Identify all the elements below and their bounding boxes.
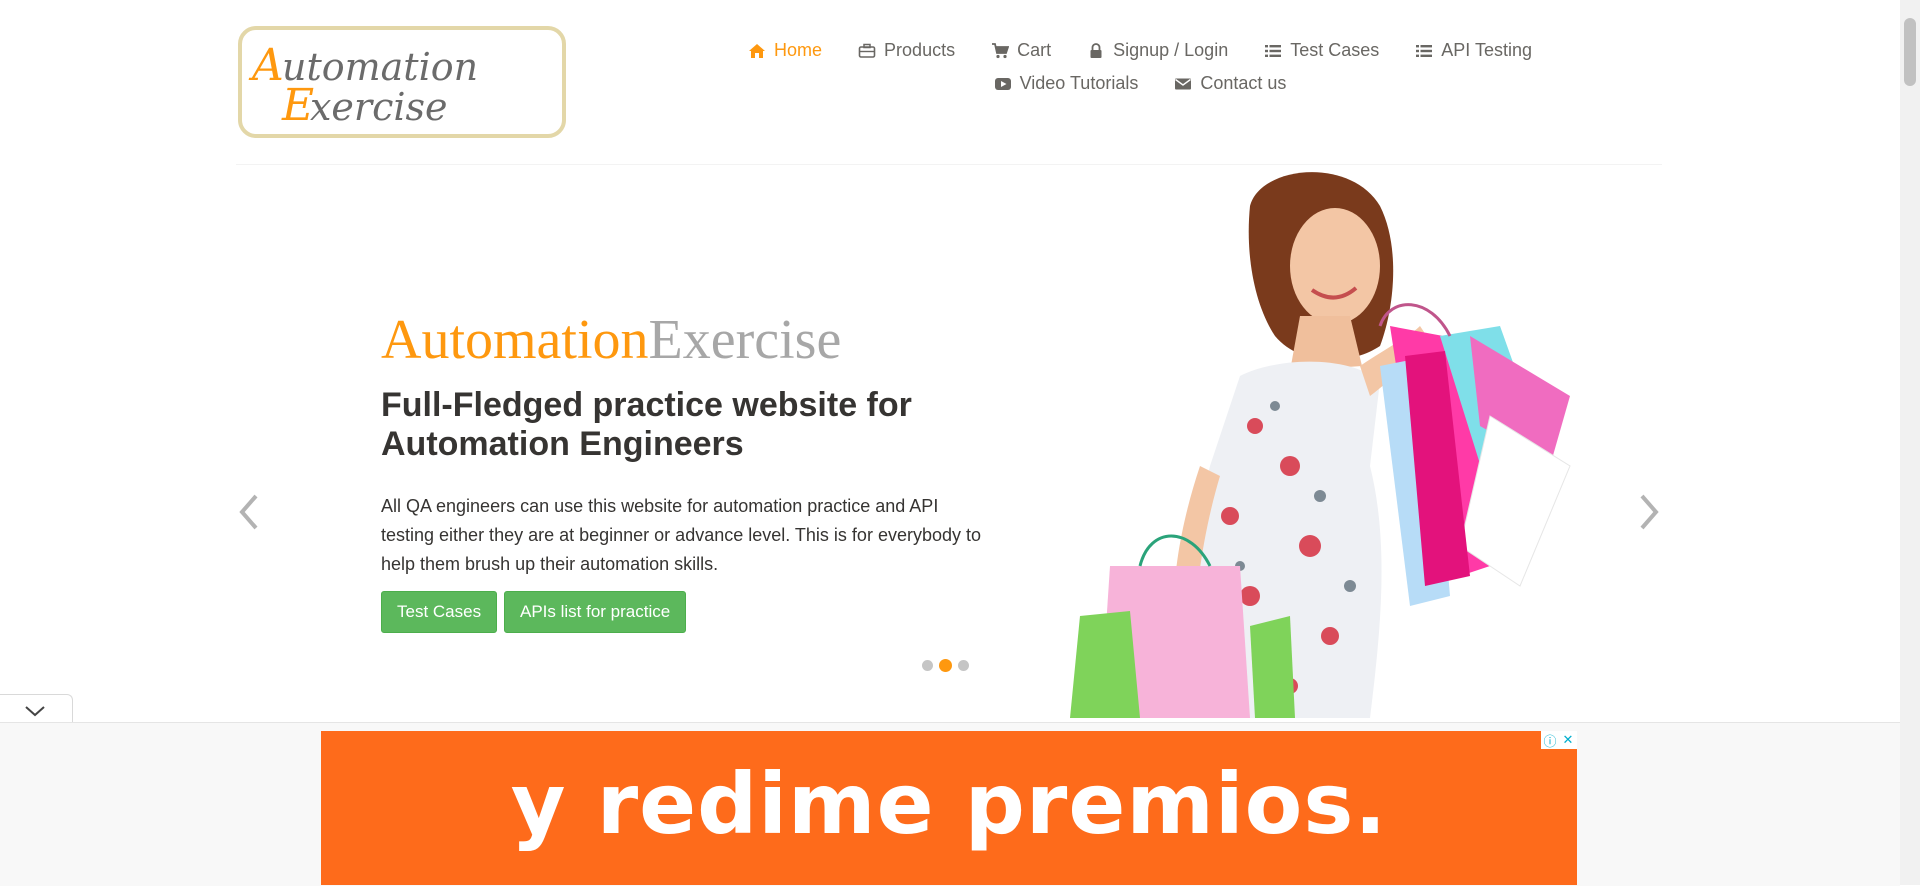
- nav-contact-us[interactable]: Contact us: [1156, 67, 1304, 100]
- hero-carousel: AutomationExercise Full-Fledged practice…: [0, 166, 1900, 718]
- chevron-down-icon: [25, 706, 45, 717]
- apis-list-button[interactable]: APIs list for practice: [504, 591, 687, 633]
- carousel-dot-1[interactable]: [922, 660, 933, 671]
- cart-icon: [992, 42, 1010, 58]
- nav-home-label: Home: [774, 40, 823, 60]
- nav-products[interactable]: Products: [840, 34, 973, 67]
- nav-video-tutorials[interactable]: Video Tutorials: [976, 67, 1157, 100]
- nav-cart-label: Cart: [1017, 40, 1052, 60]
- nav-test-cases[interactable]: Test Cases: [1246, 34, 1397, 67]
- nav-signup-login-label: Signup / Login: [1113, 40, 1229, 60]
- hero-shopping-girl-image: [1070, 172, 1571, 718]
- ad-text: y redime premios.: [510, 755, 1388, 853]
- nav-video-tutorials-label: Video Tutorials: [1019, 73, 1139, 93]
- list-icon: [1416, 44, 1433, 57]
- chevron-left-icon: [239, 494, 258, 530]
- ad-banner[interactable]: y redime premios. ⓘ ✕: [321, 731, 1577, 885]
- ad-controls: ⓘ ✕: [1541, 731, 1577, 749]
- ad-info-icon[interactable]: ⓘ: [1541, 731, 1559, 749]
- nav-api-testing-label: API Testing: [1441, 40, 1532, 60]
- svg-text:xercise: xercise: [310, 85, 448, 129]
- site-header: A utomation E xercise Home Products Cart…: [0, 0, 1900, 166]
- carousel-dot-2[interactable]: [939, 659, 952, 672]
- logo-wordmark: A utomation E xercise: [248, 40, 478, 131]
- nav-home[interactable]: Home: [730, 34, 840, 67]
- envelope-icon: [1175, 78, 1192, 89]
- ad-close-icon[interactable]: ✕: [1559, 731, 1577, 749]
- page-scrollbar[interactable]: [1900, 0, 1920, 885]
- ad-collapse-toggle[interactable]: [0, 694, 73, 725]
- slide-description: All QA engineers can use this website fo…: [381, 496, 982, 574]
- nav-test-cases-label: Test Cases: [1290, 40, 1380, 60]
- site-logo[interactable]: A utomation E xercise: [238, 26, 566, 138]
- nav-contact-us-label: Contact us: [1200, 73, 1287, 93]
- nav-cart[interactable]: Cart: [973, 34, 1069, 67]
- briefcase-icon: [858, 43, 876, 58]
- youtube-play-icon: [994, 77, 1011, 90]
- carousel-indicators: [922, 659, 969, 672]
- main-nav: Home Products Cart Signup / Login Test C…: [740, 34, 1540, 100]
- slide-brand-title: AutomationExercise: [381, 312, 841, 368]
- test-cases-button[interactable]: Test Cases: [381, 591, 498, 633]
- lock-icon: [1090, 42, 1102, 58]
- header-divider: [236, 164, 1662, 165]
- chevron-right-icon: [1640, 494, 1659, 530]
- carousel-dot-3[interactable]: [958, 660, 969, 671]
- list-icon: [1265, 44, 1282, 57]
- brand-title-part2: Exercise: [648, 309, 842, 371]
- scrollbar-thumb[interactable]: [1904, 18, 1916, 86]
- nav-signup-login[interactable]: Signup / Login: [1069, 34, 1246, 67]
- brand-title-part1: Automation: [381, 309, 649, 371]
- carousel-next-button[interactable]: [1628, 472, 1668, 552]
- slide-headline: Full-Fledged practice website for Automa…: [381, 386, 912, 463]
- nav-api-testing[interactable]: API Testing: [1397, 34, 1550, 67]
- nav-products-label: Products: [884, 40, 956, 60]
- home-icon: [749, 43, 766, 58]
- carousel-prev-button[interactable]: [230, 472, 270, 552]
- svg-text:A: A: [248, 40, 284, 91]
